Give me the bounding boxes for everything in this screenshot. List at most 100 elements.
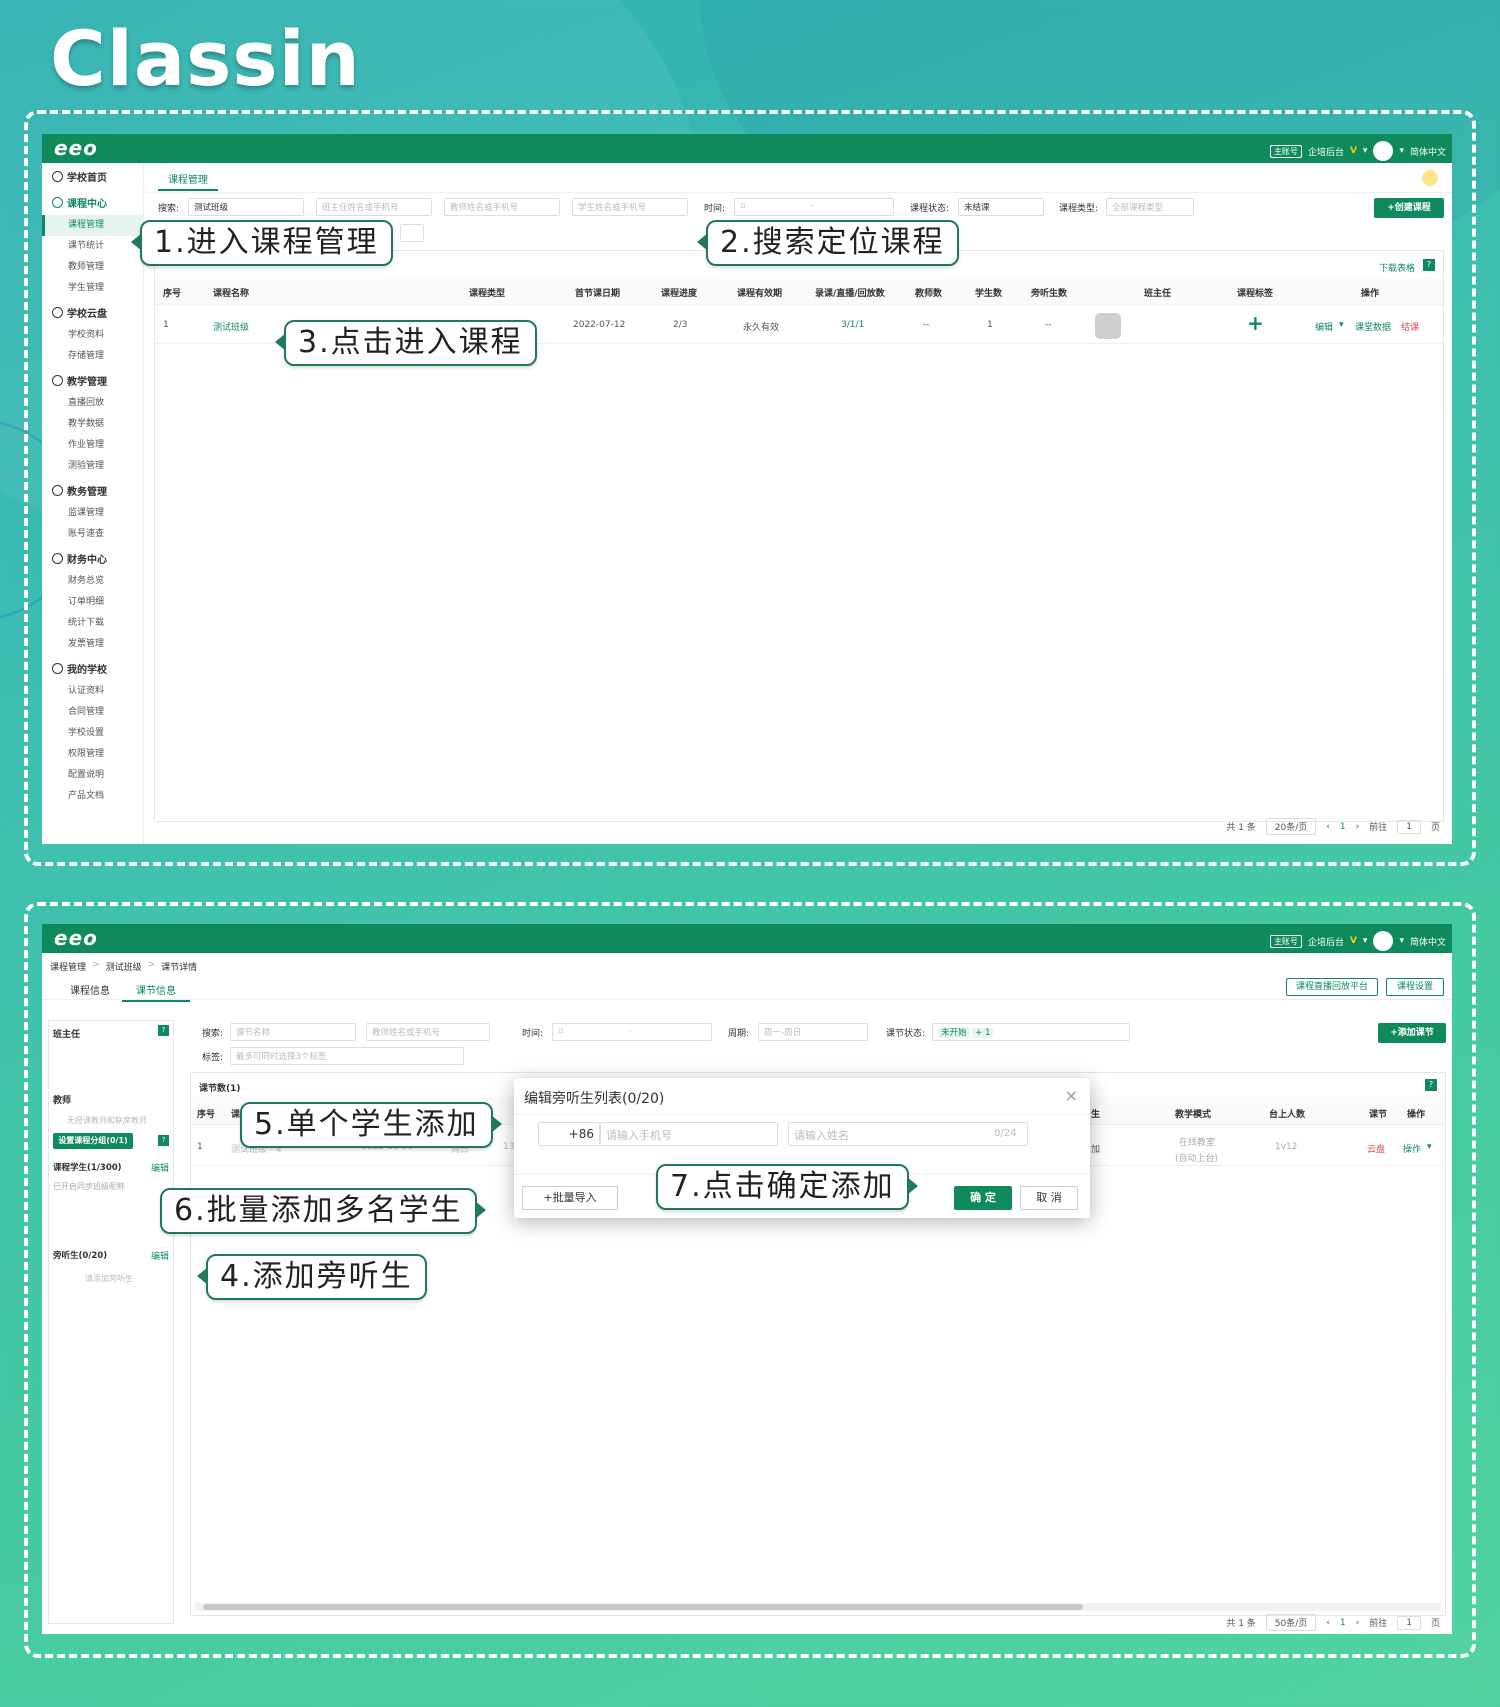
search-input[interactable]: 测试班级 [188,198,304,216]
sidebar-item-monitor[interactable]: 监课管理 [42,503,143,524]
create-course-button[interactable]: +创建课程 [1374,198,1444,218]
course-settings-button[interactable]: 课程设置 [1386,978,1444,996]
status-tag[interactable]: 未开始 [938,1028,970,1038]
sidebar-section-course-center[interactable]: 课程中心 [42,189,143,215]
lightbulb-icon[interactable] [1422,170,1438,186]
student-input[interactable]: 学生姓名或手机号 [572,198,688,216]
replay-platform-button[interactable]: 课程直播回放平台 [1286,978,1378,996]
page-current[interactable]: 1 [1340,822,1346,832]
sidebar-item-product-docs[interactable]: 产品文档 [42,786,143,807]
sidebar-item-account-lookup[interactable]: 账号速查 [42,524,143,545]
page-size-select[interactable]: 20条/页 [1265,818,1317,835]
add-lesson-button[interactable]: +添加课节 [1378,1023,1446,1043]
chevron-down-icon[interactable]: ▾ [1339,320,1344,330]
sidebar-item-storage[interactable]: 存储管理 [42,346,143,367]
horizontal-scrollbar[interactable] [195,1603,1441,1611]
user-avatar[interactable] [1373,931,1394,951]
phone-input[interactable]: 请输入手机号 [600,1122,778,1146]
breadcrumb-course-management[interactable]: 课程管理 [50,960,86,973]
sidebar-item-invoices[interactable]: 发票管理 [42,634,143,655]
sidebar-item-config-help[interactable]: 配置说明 [42,765,143,786]
tag-select[interactable]: 最多可同时选择3个标签 [230,1047,464,1065]
chevron-down-icon[interactable]: ▾ [1427,1142,1432,1152]
language-switch[interactable]: 简体中文 [1410,145,1446,158]
lesson-status-select[interactable]: 未开始 + 1 [932,1023,1130,1041]
sidebar-item-certification[interactable]: 认证资料 [42,681,143,702]
extra-select[interactable] [400,224,424,242]
week-select[interactable]: 周一-周日 [758,1023,868,1041]
sidebar-section-academic[interactable]: 教务管理 [42,477,143,503]
chevron-down-icon[interactable]: ▾ [1399,146,1404,156]
chevron-down-icon[interactable]: ▾ [1363,936,1368,946]
edit-auditors-link[interactable]: 编辑 [151,1249,169,1262]
end-course-link[interactable]: 结课 [1401,320,1419,333]
status-select[interactable]: 未结课 [958,198,1044,216]
sidebar-item-replay[interactable]: 直播回放 [42,393,143,414]
time-range-input[interactable]: ▫ - [734,198,894,216]
edit-students-link[interactable]: 编辑 [151,1161,169,1174]
country-code-select[interactable]: +86 [538,1122,600,1146]
goto-input[interactable]: 1 [1397,1615,1421,1630]
scrollbar-thumb[interactable] [203,1604,1083,1610]
confirm-button[interactable]: 确 定 [954,1186,1012,1210]
sidebar-item-stats-download[interactable]: 统计下载 [42,613,143,634]
page-current[interactable]: 1 [1340,1618,1346,1628]
help-icon[interactable]: ? [1425,1079,1437,1091]
next-page-icon[interactable]: › [1356,822,1360,832]
goto-input[interactable]: 1 [1397,819,1421,834]
tab-course-info[interactable]: 课程信息 [66,982,114,1002]
help-icon[interactable]: ? [158,1025,169,1036]
enterprise-link[interactable]: 企培后台 [1308,145,1344,158]
head-teacher-avatar[interactable] [1095,313,1121,339]
next-page-icon[interactable]: › [1356,1618,1360,1628]
cloud-disk-link[interactable]: 云盘 [1367,1142,1385,1155]
head-teacher-input[interactable]: 班主任姓名或手机号 [316,198,432,216]
name-input[interactable]: 请输入姓名 [788,1122,1028,1146]
course-name-link[interactable]: 测试班级 [213,320,249,333]
sidebar-section-cloud[interactable]: 学校云盘 [42,299,143,325]
breadcrumb-class[interactable]: 测试班级 [106,960,142,973]
sidebar-item-students[interactable]: 学生管理 [42,278,143,299]
download-table-link[interactable]: 下载表格 [1379,261,1415,274]
account-badge[interactable]: 主账号 [1269,144,1302,158]
teacher-select[interactable]: 教师姓名或手机号 [366,1023,490,1041]
sidebar-section-teaching[interactable]: 教学管理 [42,367,143,393]
bulk-import-button[interactable]: +批量导入 [522,1186,618,1210]
sidebar-item-materials[interactable]: 学校资料 [42,325,143,346]
sidebar-item-school-settings[interactable]: 学校设置 [42,723,143,744]
sidebar-item-teaching-data[interactable]: 教学数据 [42,414,143,435]
sidebar-item-finance-overview[interactable]: 财务总览 [42,571,143,592]
classroom-data-link[interactable]: 课堂数据 [1355,320,1391,333]
lesson-name-input[interactable]: 课节名称 [230,1023,356,1041]
type-select[interactable]: 全部课程类型 [1106,198,1194,216]
chevron-down-icon[interactable]: ▾ [1399,936,1404,946]
tab-lesson-info[interactable]: 课节信息 [122,982,190,1002]
sidebar-section-home[interactable]: 学校首页 [42,163,143,189]
account-badge[interactable]: 主账号 [1269,934,1302,948]
chevron-down-icon[interactable]: ▾ [1363,146,1368,156]
prev-page-icon[interactable]: ‹ [1326,1618,1330,1628]
sidebar-item-contracts[interactable]: 合同管理 [42,702,143,723]
language-switch[interactable]: 简体中文 [1410,935,1446,948]
sidebar-section-my-school[interactable]: 我的学校 [42,655,143,681]
sidebar-item-permissions[interactable]: 权限管理 [42,744,143,765]
cancel-button[interactable]: 取 消 [1020,1186,1078,1210]
add-tag-button[interactable]: + [1247,311,1264,335]
page-size-select[interactable]: 50条/页 [1265,1614,1317,1631]
sidebar-section-finance[interactable]: 财务中心 [42,545,143,571]
sidebar-item-orders[interactable]: 订单明细 [42,592,143,613]
help-icon[interactable]: ? [158,1135,169,1146]
sidebar-item-quiz[interactable]: 测验管理 [42,456,143,477]
edit-dropdown[interactable]: 编辑 [1315,320,1333,333]
tab-course-management[interactable]: 课程管理 [158,171,218,191]
help-icon[interactable]: ? [1423,259,1435,271]
row-counts-link[interactable]: 3/1/1 [841,320,864,330]
sidebar-item-teachers[interactable]: 教师管理 [42,257,143,278]
time-range-input[interactable]: ▫ - [552,1023,712,1041]
sidebar-item-homework[interactable]: 作业管理 [42,435,143,456]
user-avatar[interactable] [1373,141,1394,161]
set-group-button[interactable]: 设置课程分组(0/1) [53,1133,133,1149]
enterprise-link[interactable]: 企培后台 [1308,935,1344,948]
prev-page-icon[interactable]: ‹ [1326,822,1330,832]
actions-dropdown[interactable]: 操作 [1403,1142,1421,1155]
